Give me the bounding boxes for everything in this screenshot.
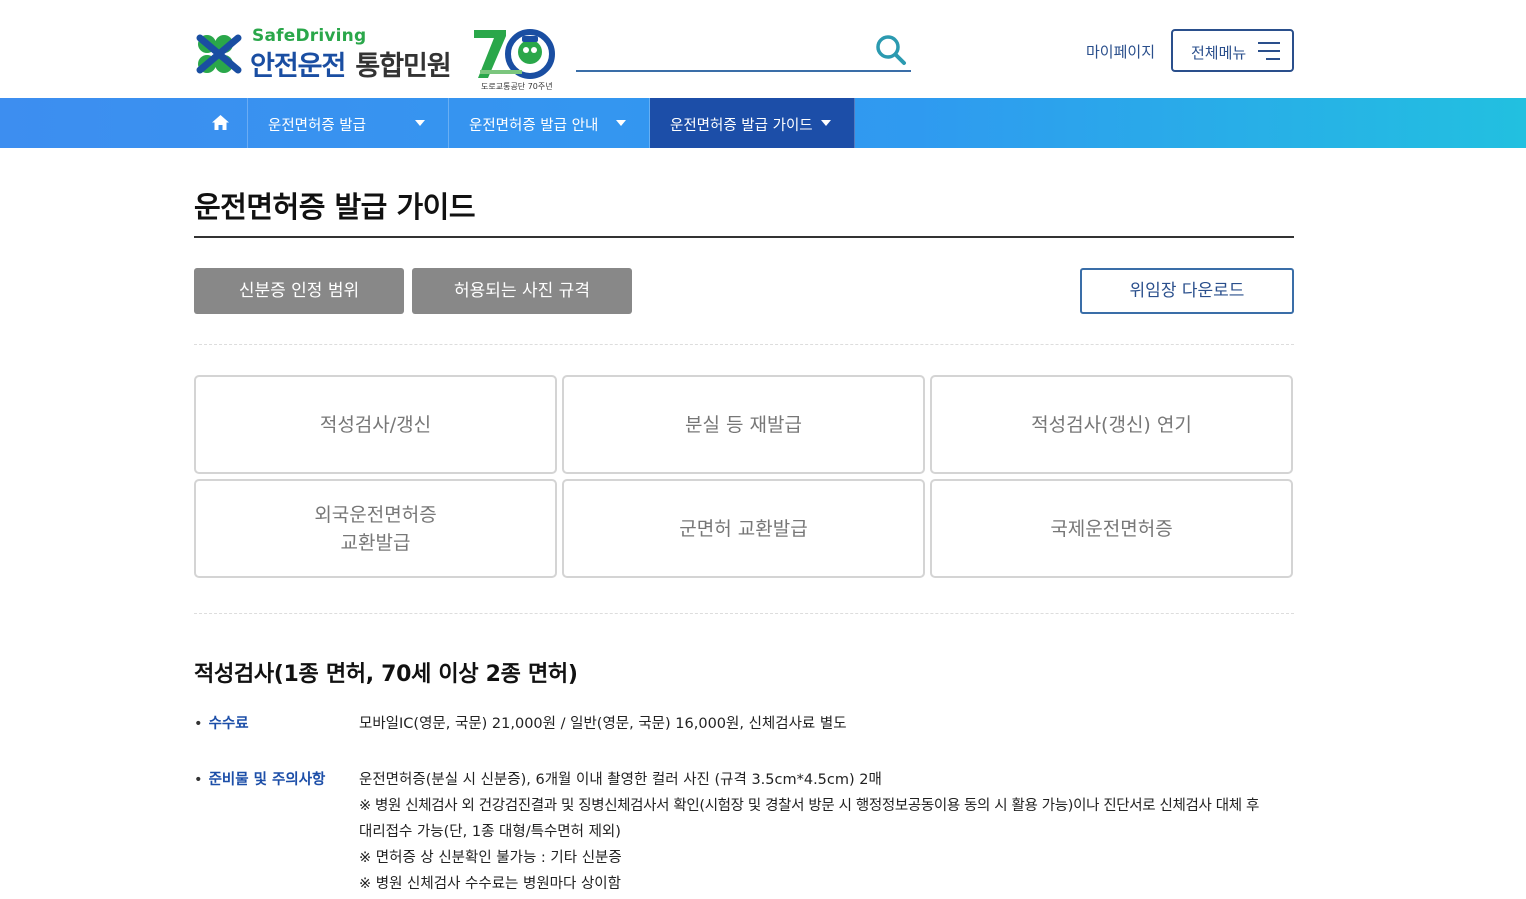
nav-item-license-issue[interactable]: 운전면허증 발급 bbox=[248, 98, 449, 148]
title-divider bbox=[194, 236, 1294, 238]
category-military-license-exchange[interactable]: 군면허 교환발급 bbox=[562, 479, 925, 578]
caret-down-icon bbox=[821, 120, 831, 126]
mypage-link[interactable]: 마이페이지 bbox=[1086, 41, 1155, 62]
fee-label: • 수수료 bbox=[194, 712, 249, 733]
category-label: 군면허 교환발급 bbox=[679, 517, 808, 540]
category-label: 분실 등 재발급 bbox=[685, 413, 802, 436]
all-menu-button[interactable]: 전체메뉴 bbox=[1171, 29, 1294, 72]
main-nav-bar: 운전면허증 발급 운전면허증 발급 안내 운전면허증 발급 가이드 bbox=[0, 98, 1526, 148]
photo-spec-button[interactable]: 허용되는 사진 규격 bbox=[412, 268, 632, 314]
hamburger-icon bbox=[1258, 42, 1280, 60]
brand-korean-main: 안전운전 bbox=[250, 51, 346, 82]
brand-english: SafeDriving bbox=[252, 26, 367, 46]
id-scope-button[interactable]: 신분증 인정 범위 bbox=[194, 268, 404, 314]
brand-korean-sub: 통합민원 bbox=[355, 51, 451, 82]
category-label-line2: 교환발급 bbox=[340, 531, 411, 554]
section-title: 적성검사(1종 면허, 70세 이상 2종 면허) bbox=[194, 662, 578, 687]
prep-line: ※ 병원 신체검사 수수료는 병원마다 상이함 bbox=[359, 876, 621, 892]
nav-item-label: 운전면허증 발급 가이드 bbox=[670, 118, 813, 134]
nav-item-label: 운전면허증 발급 안내 bbox=[469, 118, 599, 134]
search-box bbox=[576, 30, 911, 72]
category-international-license[interactable]: 국제운전면허증 bbox=[930, 479, 1293, 578]
nav-home-button[interactable] bbox=[194, 98, 248, 148]
prep-line: 운전면허증(분실 시 신분증), 6개월 이내 촬영한 컬러 사진 (규격 3.… bbox=[359, 772, 882, 788]
category-label: 국제운전면허증 bbox=[1050, 517, 1173, 540]
category-label: 적성검사/갱신 bbox=[319, 413, 432, 436]
prep-line: 대리접수 가능(단, 1종 대형/특수면허 제외) bbox=[359, 824, 621, 840]
category-aptitude-renewal[interactable]: 적성검사/갱신 bbox=[194, 375, 557, 474]
site-logo[interactable]: SafeDriving 안전운전 통합민원 도로교통공단 70주년 bbox=[194, 26, 555, 91]
fee-text: 모바일IC(영문, 국문) 21,000원 / 일반(영문, 국문) 16,00… bbox=[359, 716, 847, 732]
caret-down-icon bbox=[415, 120, 425, 126]
prep-label-text: 준비물 및 주의사항 bbox=[208, 772, 326, 788]
caret-down-icon bbox=[616, 120, 626, 126]
category-label-line1: 외국운전면허증 bbox=[314, 503, 437, 526]
category-label: 적성검사(갱신) 연기 bbox=[1031, 413, 1192, 436]
dashed-divider bbox=[194, 344, 1294, 345]
search-icon[interactable] bbox=[875, 34, 907, 66]
search-input[interactable] bbox=[576, 30, 866, 70]
category-foreign-license-exchange[interactable]: 외국운전면허증 교환발급 bbox=[194, 479, 557, 578]
bullet: • bbox=[194, 716, 203, 732]
clover-logo-icon bbox=[196, 34, 242, 74]
proxy-download-button[interactable]: 위임장 다운로드 bbox=[1080, 268, 1294, 314]
all-menu-label: 전체메뉴 bbox=[1191, 44, 1247, 62]
site-header: SafeDriving 안전운전 통합민원 도로교통공단 70주년 마이페이지 전… bbox=[0, 0, 1526, 98]
prep-line: ※ 병원 신체검사 외 건강검진결과 및 징병신체검사서 확인(시험장 및 경찰… bbox=[359, 798, 1259, 814]
home-icon bbox=[212, 115, 229, 130]
category-renewal-postpone[interactable]: 적성검사(갱신) 연기 bbox=[930, 375, 1293, 474]
anniversary-caption: 도로교통공단 70주년 bbox=[481, 82, 553, 91]
dashed-divider bbox=[194, 613, 1294, 614]
page-title: 운전면허증 발급 가이드 bbox=[194, 190, 476, 224]
nav-item-license-issue-info[interactable]: 운전면허증 발급 안내 bbox=[449, 98, 650, 148]
prep-label: • 준비물 및 주의사항 bbox=[194, 768, 325, 789]
bullet: • bbox=[194, 772, 203, 788]
prep-line: ※ 면허증 상 신분확인 불가능 : 기타 신분증 bbox=[359, 850, 622, 866]
category-lost-reissue[interactable]: 분실 등 재발급 bbox=[562, 375, 925, 474]
nav-item-label: 운전면허증 발급 bbox=[268, 118, 366, 134]
brand-korean: 안전운전 통합민원 bbox=[250, 44, 452, 83]
fee-label-text: 수수료 bbox=[208, 716, 249, 732]
nav-item-license-issue-guide[interactable]: 운전면허증 발급 가이드 bbox=[650, 98, 855, 148]
